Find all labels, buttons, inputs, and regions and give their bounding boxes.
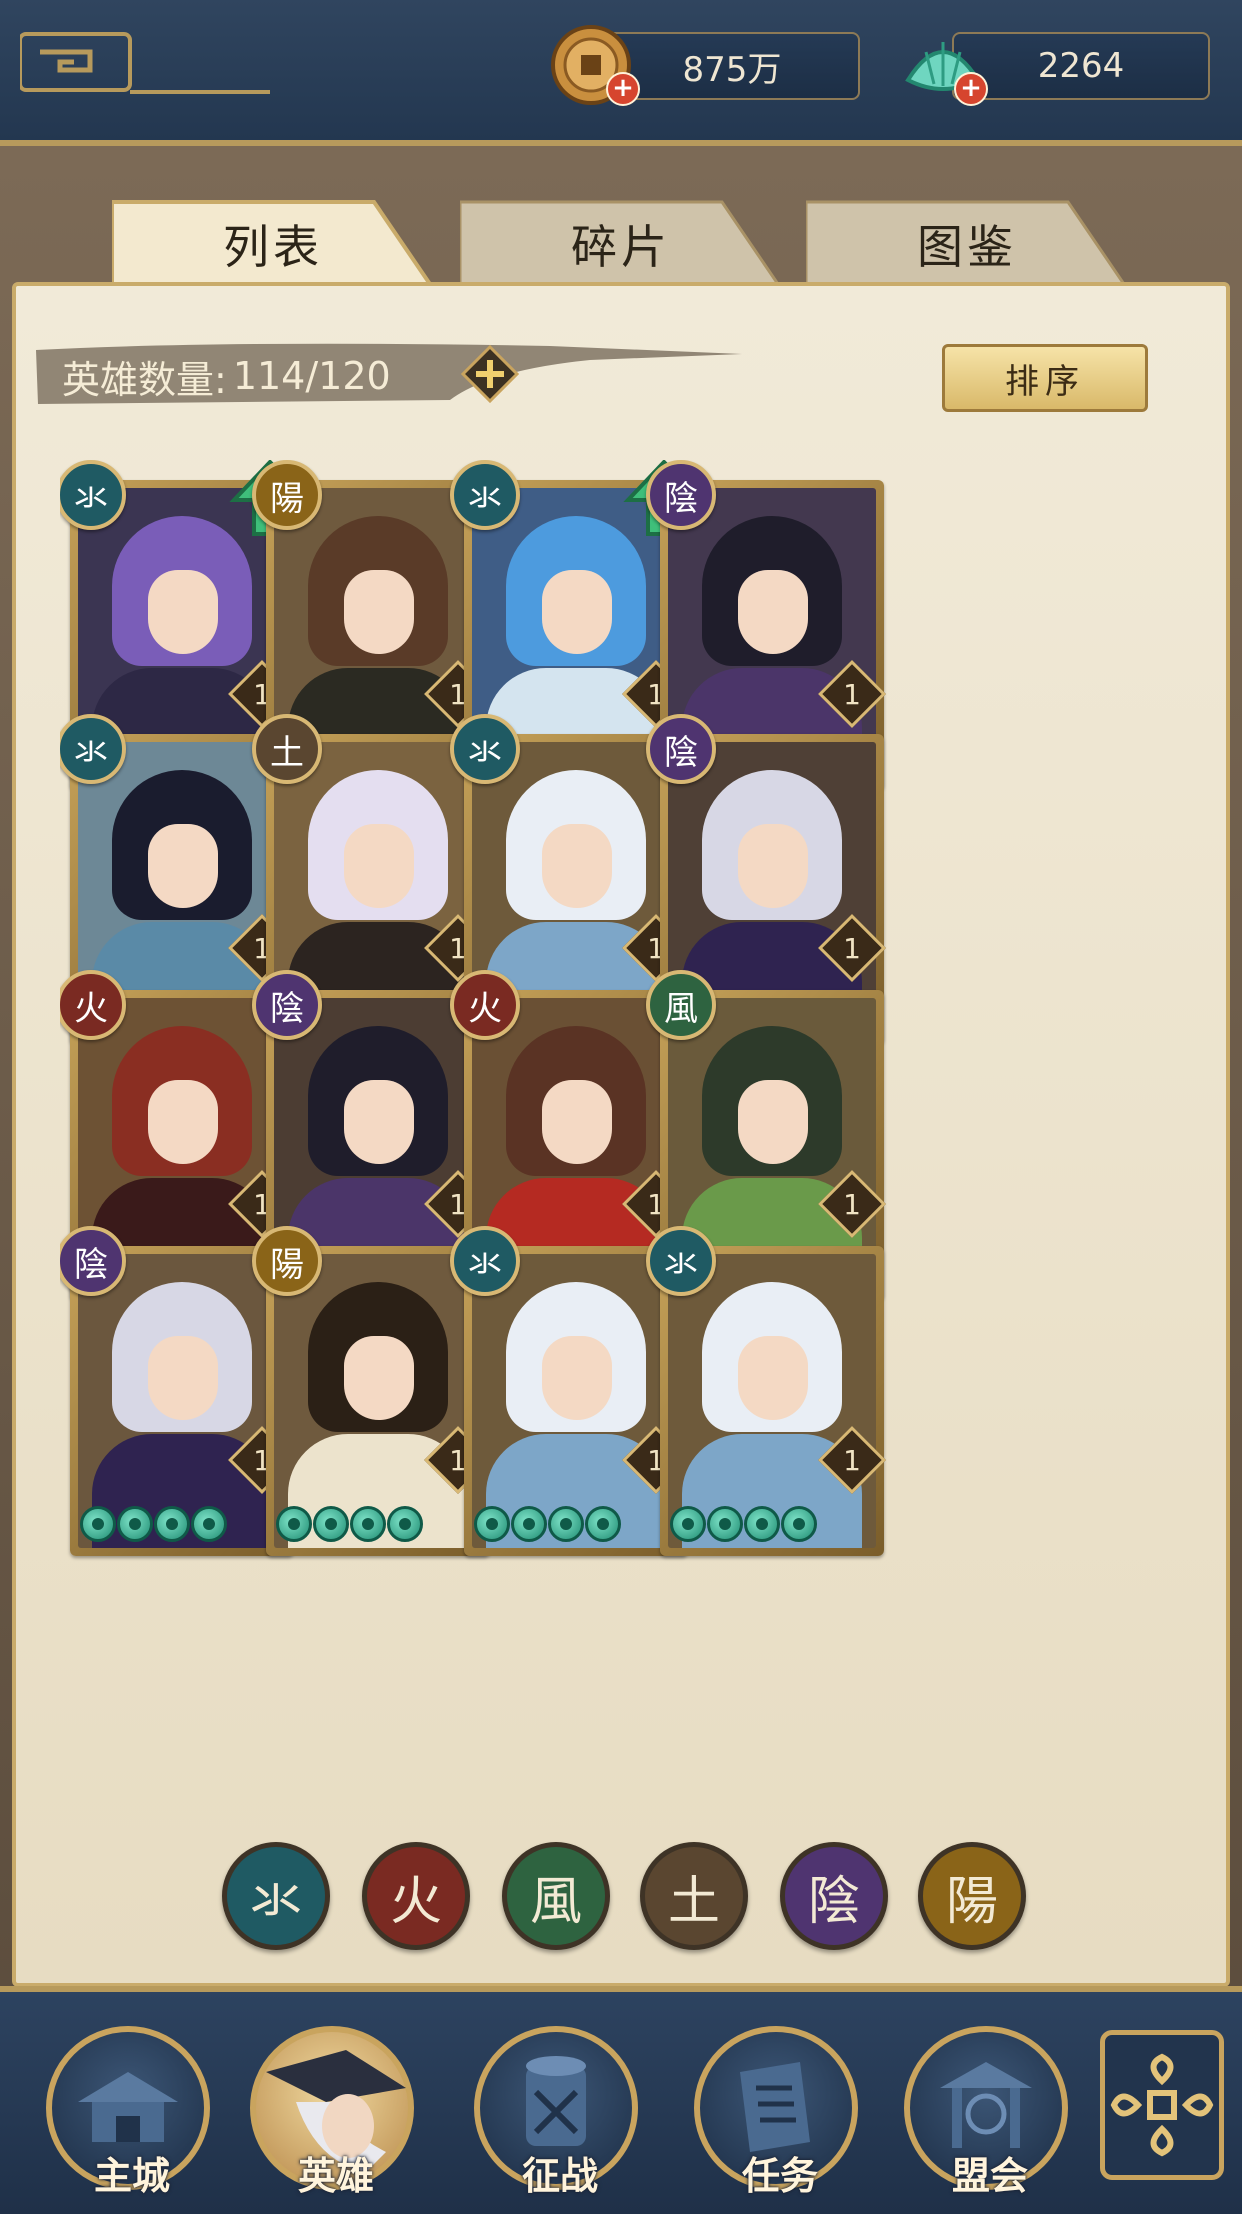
- filter-earth-button[interactable]: 土: [640, 1842, 748, 1950]
- hero-level: 1: [843, 931, 861, 965]
- hero-level: 1: [843, 1187, 861, 1221]
- portrait-face: [738, 824, 808, 908]
- top-bar: 875万 + 2264 +: [0, 0, 1242, 146]
- expand-slots-button[interactable]: [461, 345, 519, 403]
- nav-guild-label: 盟会: [951, 2154, 1028, 2198]
- filter-yang-button[interactable]: 陽: [918, 1842, 1026, 1950]
- hero-grid: 氺1陽1氺1陰1氺1土1氺1陰1火1陰1火1風1陰1陽1氺1氺1: [60, 460, 1160, 1800]
- star-row: [670, 1502, 817, 1546]
- star-jade-icon: [80, 1506, 116, 1542]
- star-jade-icon: [191, 1506, 227, 1542]
- coin-counter: 875万: [604, 32, 860, 100]
- hero-count-value: 114/120: [232, 354, 391, 398]
- star-row: [276, 1502, 423, 1546]
- star-jade-icon: [117, 1506, 153, 1542]
- portrait-face: [344, 824, 414, 908]
- element-badge-icon: 風: [646, 970, 716, 1040]
- portrait-face: [738, 570, 808, 654]
- nav-guild[interactable]: 盟会: [904, 2010, 1076, 2208]
- portrait-face: [542, 1080, 612, 1164]
- star-jade-icon: [511, 1506, 547, 1542]
- nav-heroes-label: 英雄: [297, 2154, 374, 2198]
- star-jade-icon: [276, 1506, 312, 1542]
- element-badge-icon: 氺: [450, 460, 520, 530]
- star-jade-icon: [474, 1506, 510, 1542]
- star-jade-icon: [781, 1506, 817, 1542]
- star-jade-icon: [670, 1506, 706, 1542]
- tab-fragments-label: 碎片: [571, 220, 671, 274]
- portrait-face: [148, 570, 218, 654]
- tab-list-label: 列表: [223, 220, 323, 274]
- star-row: [80, 1502, 227, 1546]
- portrait-face: [738, 1080, 808, 1164]
- filter-wind-button[interactable]: 風: [502, 1842, 610, 1950]
- star-jade-icon: [548, 1506, 584, 1542]
- hero-card[interactable]: 氺1: [646, 1226, 886, 1556]
- element-badge-icon: 氺: [646, 1226, 716, 1296]
- star-row: [474, 1502, 621, 1546]
- element-badge-icon: 陰: [646, 714, 716, 784]
- star-jade-icon: [154, 1506, 190, 1542]
- star-jade-icon: [744, 1506, 780, 1542]
- element-badge-icon: 氺: [450, 1226, 520, 1296]
- flower-menu-icon: [1110, 2053, 1214, 2157]
- portrait-face: [344, 570, 414, 654]
- nav-campaign[interactable]: 征战: [474, 2010, 646, 2208]
- portrait-face: [542, 824, 612, 908]
- coin-amount: 875万: [682, 49, 782, 90]
- more-menu-button[interactable]: [1100, 2030, 1224, 2180]
- star-jade-icon: [350, 1506, 386, 1542]
- nav-campaign-label: 征战: [521, 2154, 598, 2198]
- nav-heroes[interactable]: 英雄: [250, 2010, 422, 2208]
- sort-button[interactable]: 排序: [942, 344, 1148, 412]
- tab-fragments[interactable]: 碎片: [460, 198, 782, 290]
- nav-quests[interactable]: 任务: [694, 2010, 866, 2208]
- element-badge-icon: 陰: [252, 970, 322, 1040]
- portrait-face: [148, 1080, 218, 1164]
- hero-count: 英雄数量: 114/120: [62, 348, 391, 404]
- portrait-face: [542, 570, 612, 654]
- portrait-face: [148, 1336, 218, 1420]
- portrait-face: [344, 1080, 414, 1164]
- menu-icon[interactable]: [20, 22, 270, 102]
- add-coins-button[interactable]: +: [606, 72, 640, 106]
- filter-fire-button[interactable]: 火: [362, 1842, 470, 1950]
- tab-codex[interactable]: 图鉴: [806, 198, 1128, 290]
- hero-count-label: 英雄数量:: [62, 357, 227, 402]
- nav-quests-label: 任务: [741, 2154, 818, 2198]
- jade-amount: 2264: [1037, 46, 1125, 86]
- star-jade-icon: [707, 1506, 743, 1542]
- nav-main-city[interactable]: 主城: [46, 2010, 218, 2208]
- element-badge-icon: 火: [450, 970, 520, 1040]
- filter-water-button[interactable]: 氺: [222, 1842, 330, 1950]
- star-jade-icon: [387, 1506, 423, 1542]
- element-badge-icon: 陽: [252, 1226, 322, 1296]
- tab-codex-label: 图鉴: [917, 220, 1017, 274]
- element-badge-icon: 土: [252, 714, 322, 784]
- hero-level: 1: [843, 677, 861, 711]
- element-badge-icon: 氺: [450, 714, 520, 784]
- nav-main-city-label: 主城: [93, 2154, 170, 2198]
- tab-list[interactable]: 列表: [112, 198, 434, 290]
- element-badge-icon: 陽: [252, 460, 322, 530]
- filter-yin-button[interactable]: 陰: [780, 1842, 888, 1950]
- portrait-face: [542, 1336, 612, 1420]
- star-jade-icon: [585, 1506, 621, 1542]
- element-badge-icon: 陰: [646, 460, 716, 530]
- portrait-face: [344, 1336, 414, 1420]
- portrait-face: [148, 824, 218, 908]
- add-jade-button[interactable]: +: [954, 72, 988, 106]
- hero-level: 1: [843, 1443, 861, 1477]
- star-jade-icon: [313, 1506, 349, 1542]
- jade-counter: 2264: [952, 32, 1210, 100]
- portrait-face: [738, 1336, 808, 1420]
